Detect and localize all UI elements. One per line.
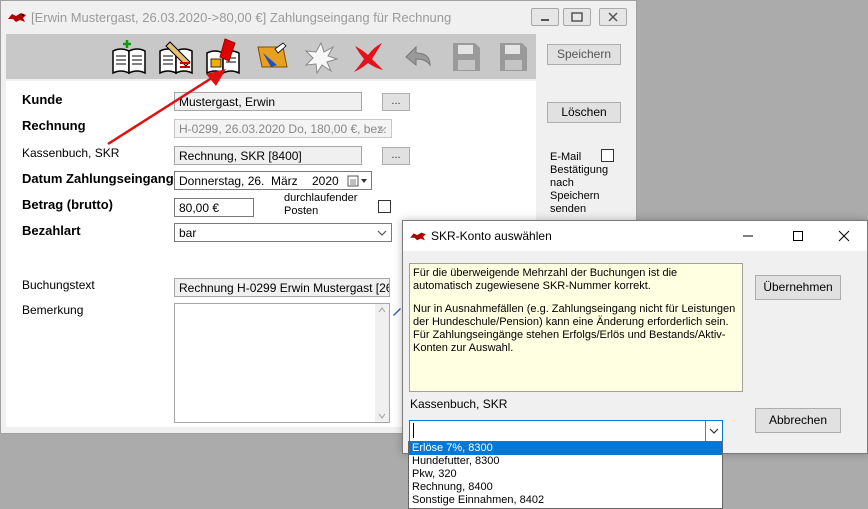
datum-weekday: Donnerstag, 26. [179,174,265,188]
maximize-icon[interactable] [787,225,809,247]
bezahlart-combo-value: bar [179,226,197,240]
calendar-icon[interactable] [345,172,371,189]
kunde-label: Kunde [22,92,63,107]
maximize-button[interactable] [563,8,591,26]
save-button[interactable]: Speichern [547,44,621,65]
main-titlebar[interactable]: [Erwin Mustergast, 26.03.2020->80,00 €] … [1,1,636,33]
skr-field-label: Kassenbuch, SKR [410,397,508,411]
skr-dropdown-list: Erlöse 7%, 8300 Hundefutter, 8300 Pkw, 3… [408,441,723,509]
email-confirm-label: E-Mail Bestätigung nach Speichern senden [550,151,608,216]
bemerkung-scrollbar[interactable] [375,304,389,422]
skr-combo[interactable] [409,420,723,442]
info-box: Für die überweigende Mehrzahl der Buchun… [409,263,743,392]
buchungstext-field[interactable]: Rechnung H-0299 Erwin Mustergast [26.03.… [174,278,390,297]
datum-year: 2020 [312,174,339,188]
list-item[interactable]: Hundefutter, 8300 [409,455,722,468]
kunde-browse-button[interactable]: ... [382,93,410,111]
info-text: Nur in Ausnahmefällen (e.g. Zahlungseing… [413,303,736,354]
close-button[interactable] [599,8,627,26]
close-icon[interactable] [833,225,855,247]
email-confirm-checkbox[interactable] [601,149,614,162]
chevron-down-icon[interactable] [705,421,722,441]
bemerkung-label: Bemerkung [22,303,84,317]
cancel-button[interactable]: Abbrechen [755,408,841,433]
folder-edit-icon[interactable] [253,37,293,77]
durchlaufend-checkbox[interactable] [378,200,391,213]
delete-x-icon[interactable] [348,37,388,77]
durchlaufend-label: durchlaufender Posten [284,192,357,218]
datum-label: Datum Zahlungseingang [22,171,174,186]
info-text: Für die überweigende Mehrzahl der Buchun… [413,267,678,292]
email-label-line: E-Mail [550,151,582,163]
list-item[interactable]: Sonstige Einnahmen, 8402 [409,494,722,507]
dialog-titlebar[interactable]: SKR-Konto auswählen [403,221,867,251]
chevron-down-icon[interactable] [373,120,391,137]
accept-button[interactable]: Übernehmen [755,275,841,300]
buchungstext-label: Buchungstext [22,278,95,292]
text-cursor [413,423,414,438]
annotation-arrow-icon [107,69,226,146]
chevron-down-icon[interactable] [373,224,391,241]
durchlaufend-label-line2: Posten [284,205,319,217]
bezahlart-combo[interactable]: bar [174,223,392,242]
list-item[interactable]: Pkw, 320 [409,468,722,481]
dialog-title: SKR-Konto auswählen [431,229,552,243]
betrag-label: Betrag (brutto) [22,197,113,212]
email-label-line: Bestätigung [550,164,609,176]
minimize-button[interactable] [531,8,559,26]
datum-month: März [271,174,298,188]
email-label-line: Speichern [550,190,600,202]
burst-icon[interactable] [301,37,341,77]
minimize-icon[interactable] [737,225,759,247]
skr-dialog: SKR-Konto auswählen Für die überweigende… [402,220,868,454]
undo-arrow-icon[interactable] [398,37,438,77]
email-label-line: senden [550,203,587,215]
datum-picker[interactable]: Donnerstag, 26. März 2020 [174,171,372,190]
betrag-field[interactable]: 80,00 € [174,198,254,217]
email-label-line: nach [550,177,574,189]
delete-button[interactable]: Löschen [547,102,621,123]
bezahlart-label: Bezahlart [22,223,81,238]
dog-logo-icon [409,230,427,245]
bemerkung-textarea[interactable] [174,303,390,423]
list-item[interactable]: Erlöse 7%, 8300 [409,442,722,455]
save-disk-icon[interactable] [493,37,533,77]
save-disk-icon[interactable] [446,37,486,77]
kassenbuch-browse-button[interactable]: ... [382,147,410,165]
dog-logo-icon [7,10,27,27]
rechnung-label: Rechnung [22,118,86,133]
window-title: [Erwin Mustergast, 26.03.2020->80,00 €] … [31,10,452,25]
durchlaufend-label-line1: durchlaufender [284,192,358,204]
list-item[interactable]: Rechnung, 8400 [409,481,722,494]
